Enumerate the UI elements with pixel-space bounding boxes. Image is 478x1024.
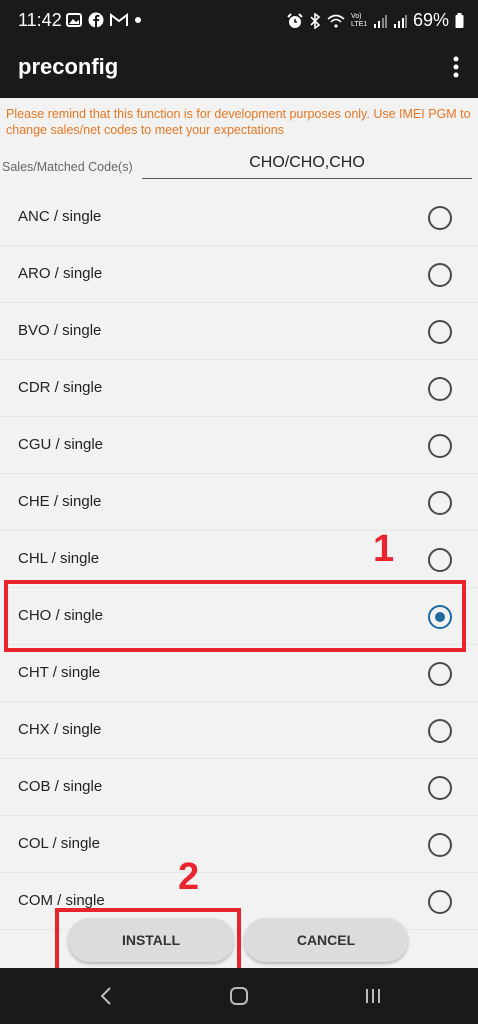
radio-button[interactable] — [428, 719, 452, 743]
radio-button[interactable] — [428, 263, 452, 287]
more-options-icon[interactable] — [452, 54, 460, 82]
list-item[interactable]: CHE / single — [0, 474, 478, 531]
signal-icon-2 — [393, 14, 407, 28]
list-item-label: COL / single — [18, 835, 100, 852]
list-item-label: COB / single — [18, 778, 103, 795]
radio-button[interactable] — [428, 833, 452, 857]
list-item[interactable]: ARO / single — [0, 246, 478, 303]
status-bar: 11:42 Vo) LTE1 69% — [0, 0, 478, 40]
list-item-label: CHL / single — [18, 550, 100, 567]
list-item-label: CGU / single — [18, 436, 104, 453]
gmail-icon — [110, 13, 128, 26]
list-item-label: ARO / single — [18, 265, 103, 282]
list-item[interactable]: ANC / single — [0, 189, 478, 246]
wifi-icon — [327, 14, 345, 28]
navigation-bar — [0, 968, 478, 1024]
cancel-button[interactable]: CANCEL — [244, 918, 408, 962]
radio-button[interactable] — [428, 206, 452, 230]
radio-button[interactable] — [428, 434, 452, 458]
alarm-icon — [287, 12, 303, 28]
radio-button[interactable] — [428, 662, 452, 686]
annotation-number-1: 1 — [373, 528, 395, 570]
radio-button[interactable] — [428, 320, 452, 344]
code-list: ANC / single ARO / single BVO / single C… — [0, 189, 478, 930]
battery-icon — [455, 13, 464, 28]
sales-code-field[interactable]: CHO/CHO,CHO — [142, 154, 472, 179]
sales-code-label: Sales/Matched Code(s) — [2, 160, 133, 174]
battery-percent: 69% — [412, 10, 449, 30]
warning-text: Please remind that this function is for … — [6, 107, 471, 137]
gallery-icon — [66, 13, 82, 27]
list-item[interactable]: CDR / single — [0, 360, 478, 417]
home-icon[interactable] — [224, 982, 254, 1010]
list-item-label: CHX / single — [18, 721, 102, 738]
list-item[interactable]: BVO / single — [0, 303, 478, 360]
bluetooth-icon — [310, 12, 321, 29]
radio-button[interactable] — [428, 890, 452, 914]
app-bar: preconfig — [0, 40, 478, 98]
annotation-box-2 — [55, 908, 241, 972]
radio-button[interactable] — [428, 491, 452, 515]
list-item[interactable]: CHX / single — [0, 702, 478, 759]
list-item-label: CHT / single — [18, 664, 101, 681]
volte-indicator: Vo) LTE1 — [350, 12, 368, 28]
list-item-label: BVO / single — [18, 322, 102, 339]
list-item-label: COM / single — [18, 892, 105, 909]
list-item[interactable]: COL / single — [0, 816, 478, 873]
list-item[interactable]: CGU / single — [0, 417, 478, 474]
radio-button[interactable] — [428, 776, 452, 800]
facebook-icon — [88, 12, 104, 28]
signal-icon — [373, 14, 387, 28]
status-time: 11:42 — [18, 10, 62, 30]
list-item-label: ANC / single — [18, 208, 102, 225]
page-title: preconfig — [18, 54, 119, 79]
radio-button[interactable] — [428, 377, 452, 401]
annotation-box-1 — [4, 580, 466, 652]
list-item-label: CHE / single — [18, 493, 102, 510]
back-icon[interactable] — [92, 982, 122, 1010]
list-item-label: CDR / single — [18, 379, 103, 396]
list-item[interactable]: COB / single — [0, 759, 478, 816]
annotation-number-2: 2 — [178, 856, 200, 898]
recent-apps-icon[interactable] — [358, 982, 388, 1010]
dot-icon — [135, 17, 141, 23]
list-item[interactable]: CHT / single — [0, 645, 478, 702]
radio-button[interactable] — [428, 548, 452, 572]
